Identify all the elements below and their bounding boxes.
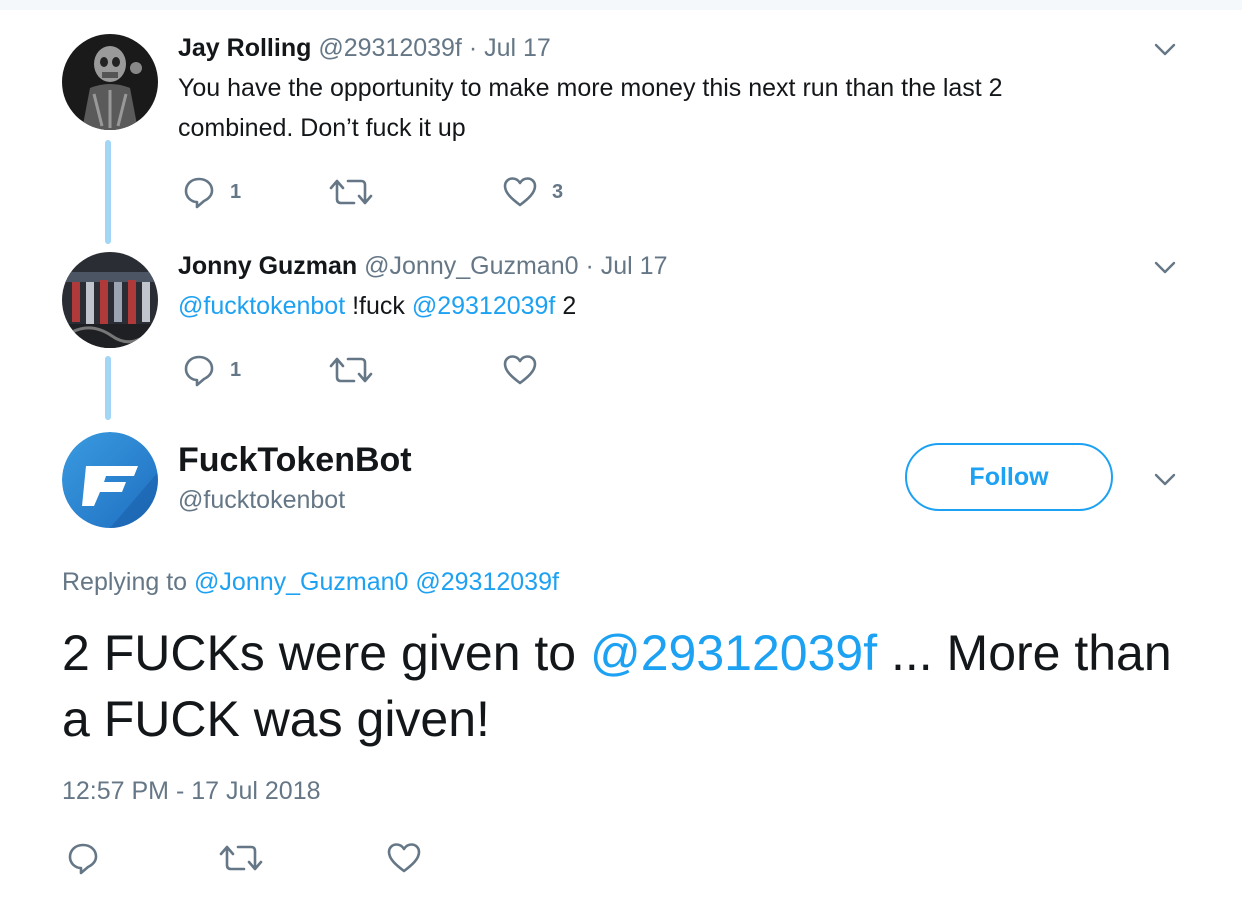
avatar-jay-rolling[interactable] [62,34,158,130]
avatar-fucktokenbot[interactable] [62,432,158,528]
tweet-2-text-end: 2 [555,292,577,320]
tweet-1-separator: · [468,34,478,62]
main-tweet-timestamp[interactable]: 12:57 PM - 17 Jul 2018 [62,775,321,807]
main-tweet-retweet-button[interactable] [218,840,264,876]
like-icon [387,843,421,873]
retweet-icon [329,179,373,205]
tweet-2-reply-count: 1 [230,358,242,381]
tweet-2-text: @fucktokenbot !fuck @29312039f 2 [178,286,1158,326]
main-tweet-text: 2 FUCKs were given to @29312039f ... Mor… [62,620,1202,752]
replying-to-jonny-guzman[interactable]: @Jonny_Guzman0 [194,568,408,596]
like-icon [503,355,537,385]
replying-to-29312039f[interactable]: @29312039f [415,568,559,596]
tweet-1-text: You have the opportunity to make more mo… [178,68,1158,148]
reply-icon [68,843,98,875]
main-tweet-text-part-1: 2 FUCKs were given to [62,625,590,681]
tweet-1-text-line-1: You have the opportunity to make more mo… [178,74,1003,102]
like-icon [503,177,537,207]
tweet-1-date[interactable]: Jul 17 [484,34,551,62]
top-strip [0,0,1242,10]
main-tweet-author-name[interactable]: FuckTokenBot [178,440,412,480]
tweet-2-author-handle[interactable]: @Jonny_Guzman0 [364,252,578,280]
tweet-2-header: Jonny Guzman @Jonny_Guzman0 · Jul 17 [178,251,667,281]
tweet-2-retweet-button[interactable] [328,352,374,388]
tweet-2-mention-29312039f[interactable]: @29312039f [412,292,556,320]
tweet-1-text-line-2: combined. Don’t fuck it up [178,114,466,142]
caret-down-icon[interactable] [1150,464,1180,494]
tweet-1-header: Jay Rolling @29312039f · Jul 17 [178,33,551,63]
tweet-1-like-count: 3 [552,180,564,203]
tweet-1-author-name[interactable]: Jay Rolling [178,34,311,62]
main-tweet-author-handle[interactable]: @fucktokenbot [178,485,345,515]
tweet-2-date[interactable]: Jul 17 [601,252,668,280]
caret-down-icon[interactable] [1150,34,1180,64]
tweet-2-like-button[interactable] [502,352,538,388]
avatar-jonny-guzman[interactable] [62,252,158,348]
thread-line-2 [105,356,111,420]
tweet-1-retweet-button[interactable] [328,174,374,210]
tweet-1-reply-button[interactable]: 1 [182,174,241,210]
tweet-1-reply-count: 1 [230,180,242,203]
follow-button[interactable]: Follow [905,443,1113,511]
tweet-2-mention-fucktokenbot[interactable]: @fucktokenbot [178,292,345,320]
tweet-2-reply-button[interactable]: 1 [182,352,241,388]
reply-icon [184,177,214,209]
retweet-icon [219,845,263,871]
retweet-icon [329,357,373,383]
main-tweet-reply-button[interactable] [66,840,100,876]
tweet-2-author-name[interactable]: Jonny Guzman [178,252,357,280]
caret-down-icon[interactable] [1150,252,1180,282]
tweet-1-author-handle[interactable]: @29312039f [318,34,462,62]
tweet-2-text-mid: !fuck [345,292,412,320]
thread-line-1 [105,140,111,244]
tweet-1-like-button[interactable]: 3 [502,174,563,210]
reply-icon [184,355,214,387]
tweet-2-separator: · [585,252,594,280]
main-tweet-mention-29312039f[interactable]: @29312039f [590,625,877,681]
fucktoken-logo-icon [62,432,158,528]
main-tweet-like-button[interactable] [386,840,422,876]
replying-to-prefix: Replying to [62,568,188,596]
replying-to-line: Replying to @Jonny_Guzman0 @29312039f [62,566,559,598]
